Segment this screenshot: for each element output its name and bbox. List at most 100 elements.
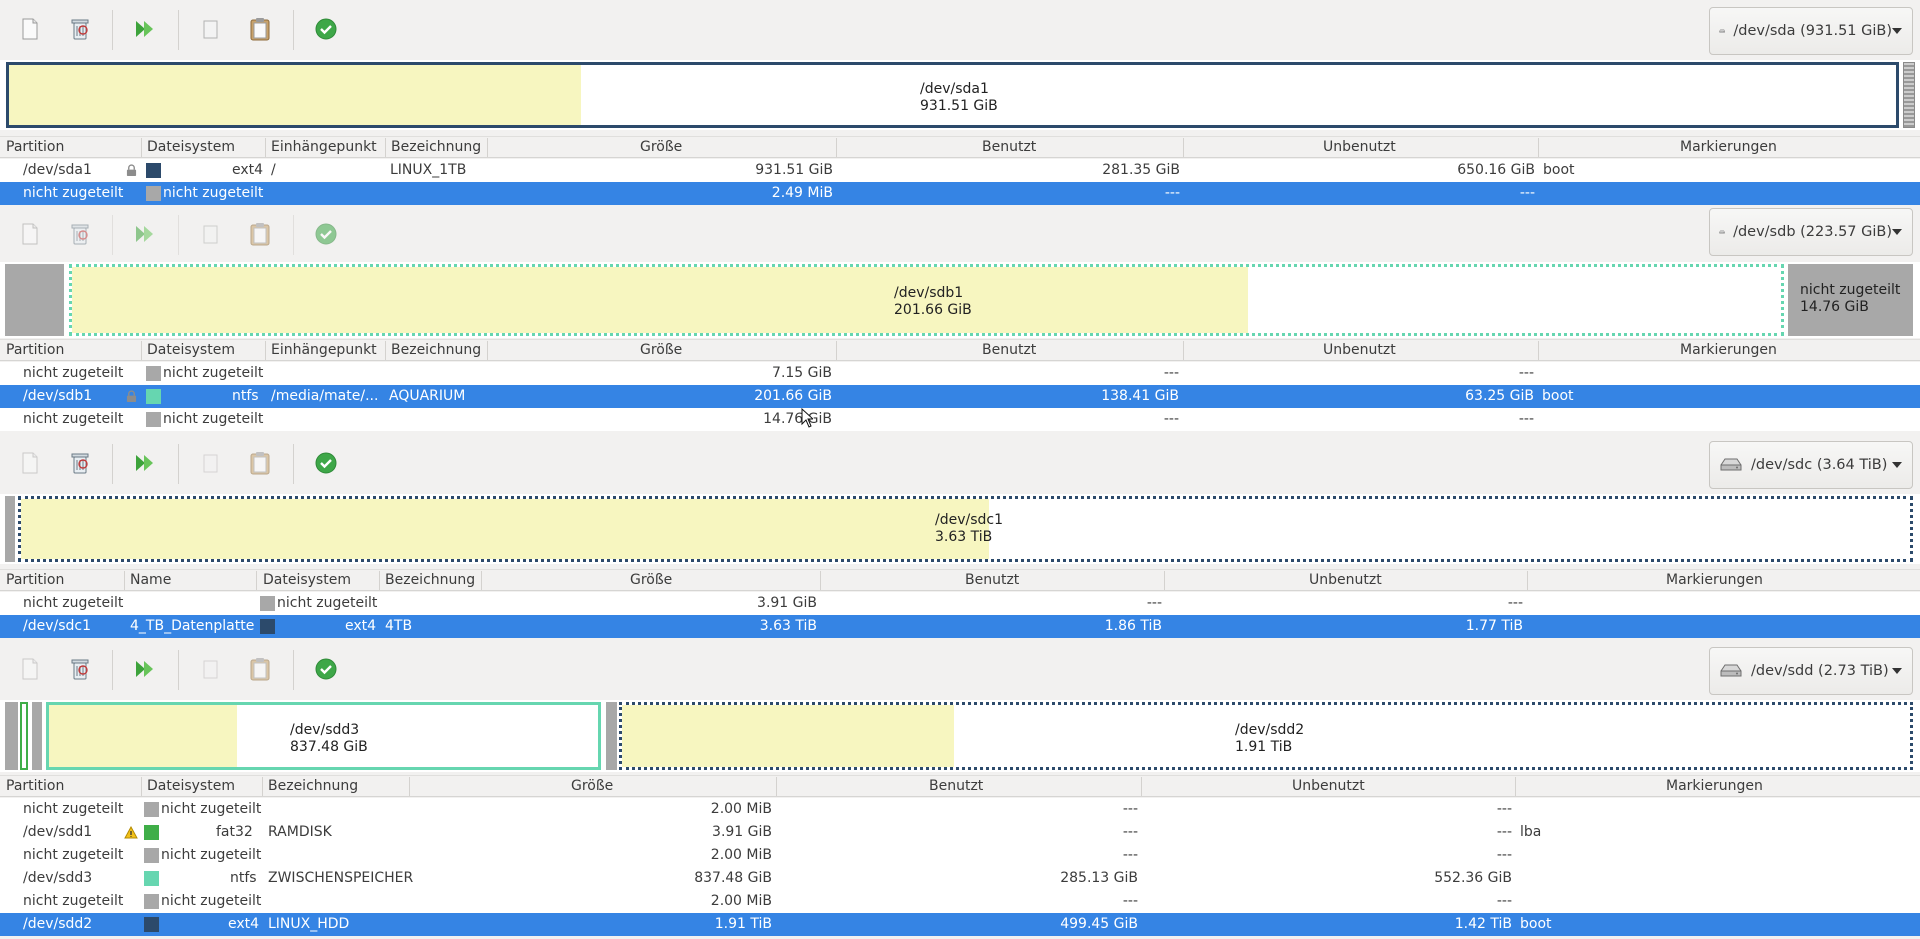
copy-icon[interactable]: [194, 217, 228, 251]
map-unallocated-head[interactable]: [5, 496, 15, 562]
chevron-down-icon: [1892, 229, 1902, 235]
apply-icon[interactable]: [128, 217, 162, 251]
column-header[interactable]: Größe: [630, 572, 672, 588]
column-header[interactable]: Dateisystem: [147, 342, 235, 358]
paste-icon[interactable]: [243, 446, 277, 480]
column-header[interactable]: Benutzt: [982, 139, 1036, 155]
new-icon[interactable]: [13, 652, 47, 686]
column-header[interactable]: Größe: [640, 342, 682, 358]
map-partition-sdd1[interactable]: [20, 702, 28, 770]
copy-icon[interactable]: [194, 446, 228, 480]
table-row[interactable]: /dev/sdd1 fat32 RAMDISK 3.91 GiB --- ---…: [0, 821, 1920, 844]
column-header[interactable]: Dateisystem: [147, 778, 235, 794]
column-header[interactable]: Einhängepunkt: [271, 139, 377, 155]
column-header[interactable]: Einhängepunkt: [271, 342, 377, 358]
column-header[interactable]: Partition: [6, 778, 64, 794]
paste-icon[interactable]: [243, 12, 277, 46]
column-header[interactable]: Markierungen: [1666, 778, 1763, 794]
table-header: Partition Dateisystem Einhängepunkt Beze…: [0, 136, 1920, 158]
table-row-selected[interactable]: /dev/sdd2 ext4 LINUX_HDD 1.91 TiB 499.45…: [0, 913, 1920, 936]
unused-cell: ---: [1518, 365, 1534, 381]
map-unallocated-head[interactable]: [5, 264, 64, 336]
partition-map: /dev/sdc1 3.63 TiB: [0, 494, 1920, 564]
partition-name: /dev/sdb1: [894, 285, 964, 301]
column-header[interactable]: Benutzt: [929, 778, 983, 794]
pane-sdb: /dev/sdb (223.57 GiB) /dev/sdb1 201.66 G…: [0, 205, 1920, 431]
delete-icon[interactable]: [63, 12, 97, 46]
map-partition-sdc1[interactable]: /dev/sdc1 3.63 TiB: [18, 496, 1913, 562]
table-row[interactable]: nicht zugeteilt nicht zugeteilt 3.91 GiB…: [0, 592, 1920, 615]
copy-icon[interactable]: [194, 12, 228, 46]
column-header[interactable]: Benutzt: [965, 572, 1019, 588]
table-row[interactable]: /dev/sda1 ext4 / LINUX_1TB 931.51 GiB 28…: [0, 159, 1920, 182]
apply-icon[interactable]: [128, 12, 162, 46]
delete-icon[interactable]: [63, 652, 97, 686]
column-header[interactable]: Unbenutzt: [1323, 139, 1396, 155]
column-header[interactable]: Partition: [6, 572, 64, 588]
map-partition-sda1[interactable]: /dev/sda1 931.51 GiB: [6, 62, 1899, 128]
device-selector[interactable]: /dev/sdd (2.73 TiB): [1709, 647, 1913, 695]
used-cell: ---: [1122, 801, 1138, 817]
column-header[interactable]: Partition: [6, 342, 64, 358]
map-partition-sdd2[interactable]: /dev/sdd2 1.91 TiB: [619, 702, 1913, 770]
new-icon[interactable]: [13, 217, 47, 251]
table-row[interactable]: nicht zugeteilt nicht zugeteilt 2.00 MiB…: [0, 798, 1920, 821]
paste-icon[interactable]: [243, 652, 277, 686]
map-unallocated[interactable]: [5, 702, 18, 770]
column-header[interactable]: Benutzt: [982, 342, 1036, 358]
check-icon[interactable]: [309, 217, 343, 251]
delete-icon[interactable]: [63, 446, 97, 480]
unused-cell: 63.25 GiB: [1465, 388, 1534, 404]
size-cell: 3.91 GiB: [712, 824, 772, 840]
table-row-selected[interactable]: /dev/sdb1 ntfs /media/mate/... AQUARIUM …: [0, 385, 1920, 408]
toolbar: /dev/sda (931.51 GiB): [0, 0, 1920, 56]
map-partition-sdb1[interactable]: /dev/sdb1 201.66 GiB: [69, 264, 1784, 336]
column-header[interactable]: Größe: [571, 778, 613, 794]
check-icon[interactable]: [309, 12, 343, 46]
copy-icon[interactable]: [194, 652, 228, 686]
column-header[interactable]: Dateisystem: [263, 572, 351, 588]
device-selector[interactable]: /dev/sdb (223.57 GiB): [1709, 208, 1913, 256]
paste-icon[interactable]: [243, 217, 277, 251]
table-row[interactable]: nicht zugeteilt nicht zugeteilt 14.76 Gi…: [0, 408, 1920, 431]
column-header[interactable]: Unbenutzt: [1309, 572, 1382, 588]
check-icon[interactable]: [309, 446, 343, 480]
table-row[interactable]: nicht zugeteilt nicht zugeteilt 7.15 GiB…: [0, 362, 1920, 385]
column-header[interactable]: Bezeichnung: [391, 342, 481, 358]
delete-icon[interactable]: [63, 217, 97, 251]
column-header[interactable]: Partition: [6, 139, 64, 155]
column-header[interactable]: Markierungen: [1680, 139, 1777, 155]
map-unallocated[interactable]: [32, 702, 42, 770]
map-unallocated-tail[interactable]: [1903, 62, 1915, 128]
column-header[interactable]: Unbenutzt: [1323, 342, 1396, 358]
column-header[interactable]: Name: [130, 572, 171, 588]
new-icon[interactable]: [13, 12, 47, 46]
map-partition-sdd3[interactable]: /dev/sdd3 837.48 GiB: [46, 702, 601, 770]
name-cell: 4_TB_Datenplatte: [130, 618, 255, 634]
table-row[interactable]: nicht zugeteilt nicht zugeteilt 2.00 MiB…: [0, 890, 1920, 913]
map-unallocated[interactable]: [606, 702, 617, 770]
column-header[interactable]: Markierungen: [1666, 572, 1763, 588]
device-selector[interactable]: /dev/sda (931.51 GiB): [1709, 7, 1913, 55]
apply-icon[interactable]: [128, 652, 162, 686]
table-row[interactable]: nicht zugeteilt nicht zugeteilt 2.00 MiB…: [0, 844, 1920, 867]
fs-swatch: [144, 894, 159, 909]
column-header[interactable]: Bezeichnung: [385, 572, 475, 588]
map-unallocated-tail[interactable]: nicht zugeteilt 14.76 GiB: [1788, 264, 1913, 336]
column-header[interactable]: Bezeichnung: [391, 139, 481, 155]
check-icon[interactable]: [309, 652, 343, 686]
column-header[interactable]: Bezeichnung: [268, 778, 358, 794]
new-icon[interactable]: [13, 446, 47, 480]
used-cell: ---: [1146, 595, 1162, 611]
device-selector[interactable]: /dev/sdc (3.64 TiB): [1709, 441, 1913, 489]
column-header[interactable]: Dateisystem: [147, 139, 235, 155]
flags-cell: boot: [1543, 162, 1575, 178]
column-header[interactable]: Unbenutzt: [1292, 778, 1365, 794]
partition-cell: /dev/sdd1: [23, 824, 93, 840]
apply-icon[interactable]: [128, 446, 162, 480]
column-header[interactable]: Markierungen: [1680, 342, 1777, 358]
table-row-selected[interactable]: /dev/sdc1 4_TB_Datenplatte ext4 4TB 3.63…: [0, 615, 1920, 638]
table-row[interactable]: /dev/sdd3 ntfs ZWISCHENSPEICHER 837.48 G…: [0, 867, 1920, 890]
column-header[interactable]: Größe: [640, 139, 682, 155]
table-row-selected[interactable]: nicht zugeteilt nicht zugeteilt 2.49 MiB…: [0, 182, 1920, 205]
